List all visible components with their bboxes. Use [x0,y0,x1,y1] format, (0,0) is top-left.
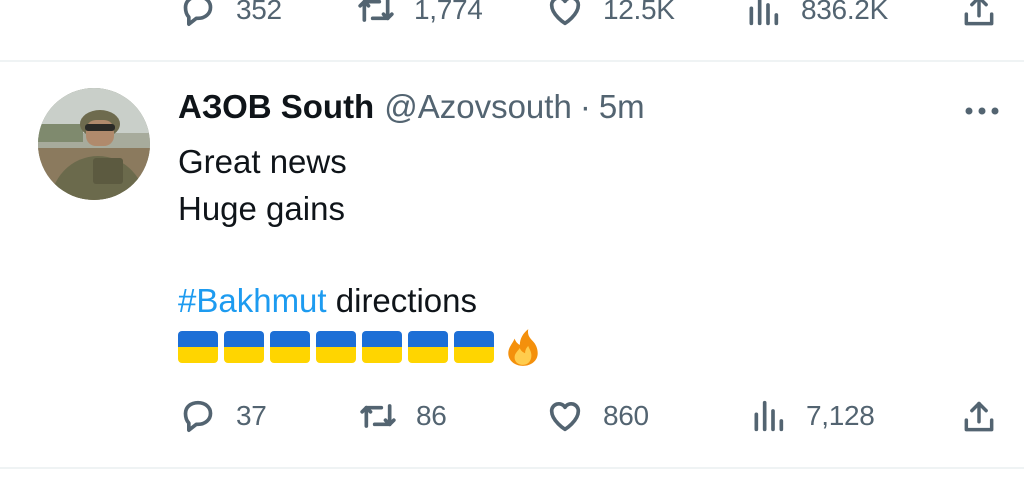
tweet-divider-top [0,60,1024,62]
prev-reply-count: 352 [236,0,282,25]
more-icon[interactable] [962,103,1002,119]
reply-icon [183,0,213,27]
ukraine-flag [454,331,494,363]
prev-retweet-count: 1,774 [414,0,483,25]
retweet-count: 86 [416,400,447,431]
like-count: 860 [603,400,649,431]
tweet-divider-bottom [0,467,1024,469]
ukraine-flag [178,331,218,363]
ukraine-flag [224,331,264,363]
avatar[interactable] [38,88,150,200]
reply-count: 37 [236,400,267,431]
reply-icon [183,400,213,432]
tweet-text-line-3: #Bakhmut directions [178,281,477,321]
prev-reply-button[interactable]: 352 [178,0,282,30]
tweet-header: АЗОВ South @Azovsouth · 5m [178,88,645,126]
tweet-text-line-1: Great news [178,143,347,180]
prev-share-button[interactable] [960,0,998,30]
views-icon [754,400,784,432]
ukraine-flag [362,331,402,363]
heart-icon [549,0,581,26]
prev-like-count: 12.5K [603,0,675,25]
hashtag-suffix: directions [326,282,477,319]
user-handle[interactable]: @Azovsouth [384,88,572,126]
retweet-button[interactable]: 86 [358,396,447,436]
header-separator: · [579,88,591,125]
retweet-icon [360,404,396,428]
retweet-icon [358,0,394,22]
hashtag-link[interactable]: #Bakhmut [178,282,327,319]
prev-like-button[interactable]: 12.5K [545,0,675,30]
heart-icon [549,402,581,432]
share-icon [964,401,994,432]
emoji-row [178,326,544,368]
views-count: 7,128 [806,400,875,431]
tweet-text-line-2: Huge gains [178,190,345,227]
tweet-timestamp[interactable]: 5m [599,88,645,126]
like-button[interactable]: 860 [545,396,649,436]
share-icon [964,0,994,26]
prev-views-count: 836.2K [801,0,888,25]
soldier-avatar-image [38,88,150,200]
display-name[interactable]: АЗОВ South [178,88,374,126]
fire-icon [508,329,538,366]
prev-tweet-actions: 352 1,774 12.5K 836.2K [0,0,1024,40]
views-icon [749,0,779,26]
reply-button[interactable]: 37 [178,396,267,436]
prev-retweet-button[interactable]: 1,774 [356,0,483,30]
prev-views-button[interactable]: 836.2K [743,0,888,30]
views-button[interactable]: 7,128 [748,396,875,436]
tweet-actions: 37 86 860 7,128 [0,396,1024,446]
ukraine-flag [316,331,356,363]
ukraine-flag [408,331,448,363]
share-button[interactable] [960,398,998,436]
ukraine-flag [270,331,310,363]
